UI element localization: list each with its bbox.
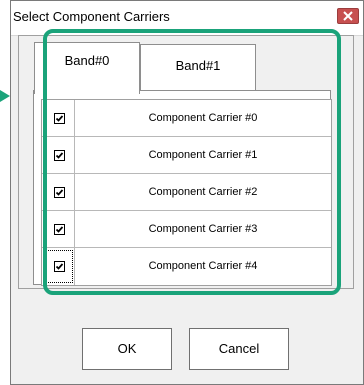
ok-button[interactable]: OK	[82, 328, 172, 370]
cancel-button[interactable]: Cancel	[189, 328, 289, 370]
title-bar: Select Component Carriers	[11, 1, 363, 36]
carrier-label: Component Carrier #0	[148, 112, 258, 124]
list-item: Component Carrier #4	[42, 248, 331, 285]
checkmark-icon	[55, 226, 64, 233]
checkbox-cell[interactable]	[42, 137, 75, 173]
checkbox-cell[interactable]	[42, 211, 75, 247]
carrier-checkbox[interactable]	[54, 113, 65, 124]
list-item: Component Carrier #1	[42, 137, 331, 174]
carrier-label: Component Carrier #1	[148, 149, 258, 161]
carrier-label: Component Carrier #4	[148, 260, 258, 272]
list-item: Component Carrier #0	[42, 100, 331, 137]
list-item: Component Carrier #3	[42, 211, 331, 248]
carrier-checkbox[interactable]	[54, 261, 65, 272]
checkmark-icon	[55, 115, 64, 122]
checkmark-icon	[55, 189, 64, 196]
tab-label: Band#0	[64, 53, 110, 68]
tab-label: Band#1	[175, 58, 221, 73]
list-item: Component Carrier #2	[42, 174, 331, 211]
carrier-list: Component Carrier #0 Component Carrier #…	[41, 99, 332, 286]
carrier-label: Component Carrier #2	[148, 186, 258, 198]
tab-band-1[interactable]: Band#1	[140, 44, 256, 90]
checkbox-cell[interactable]	[42, 248, 75, 285]
checkbox-cell[interactable]	[42, 174, 75, 210]
close-button[interactable]	[337, 8, 359, 24]
checkbox-cell[interactable]	[42, 100, 75, 136]
pointer-arrow-icon	[0, 90, 10, 102]
carrier-checkbox[interactable]	[54, 150, 65, 161]
close-icon	[343, 11, 353, 21]
checkmark-icon	[55, 152, 64, 159]
checkmark-icon	[55, 263, 64, 270]
tab-band-0[interactable]: Band#0	[34, 42, 140, 94]
carrier-label: Component Carrier #3	[148, 223, 258, 235]
dialog-title: Select Component Carriers	[13, 9, 170, 24]
carrier-checkbox[interactable]	[54, 187, 65, 198]
carrier-checkbox[interactable]	[54, 224, 65, 235]
